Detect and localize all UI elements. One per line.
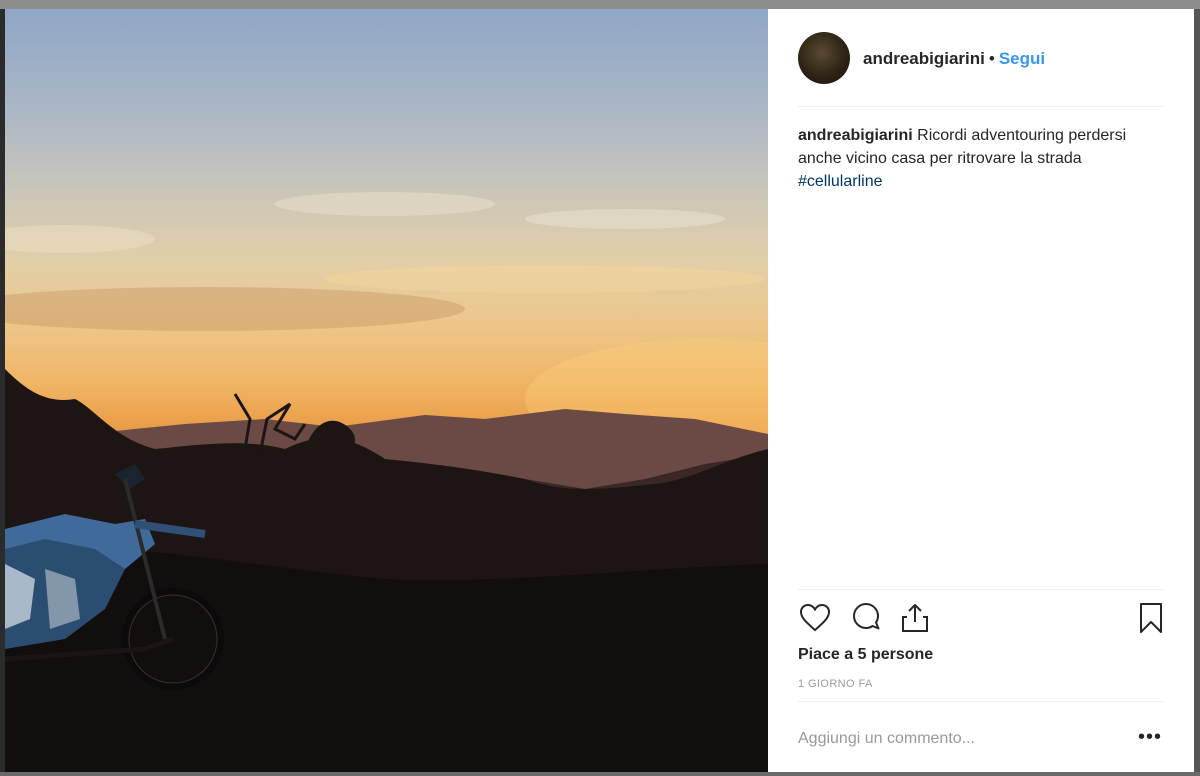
post-header: andreabigiarini • Segui bbox=[768, 9, 1194, 106]
header-separator: • bbox=[988, 49, 995, 68]
actions-divider bbox=[798, 589, 1164, 590]
likes-count[interactable]: Piace a 5 persone bbox=[798, 646, 933, 664]
comment-button[interactable] bbox=[849, 601, 883, 635]
page-right-edge bbox=[1194, 9, 1200, 772]
caption-username[interactable]: andreabigiarini bbox=[798, 127, 913, 144]
page-bottom-strip bbox=[0, 772, 1200, 776]
follow-button[interactable]: Segui bbox=[999, 49, 1045, 68]
save-button[interactable] bbox=[1134, 601, 1168, 635]
post-actions bbox=[798, 601, 1164, 637]
like-button[interactable] bbox=[798, 601, 832, 635]
more-options-button[interactable]: ••• bbox=[1138, 727, 1162, 747]
comment-bubble-icon bbox=[853, 603, 880, 630]
heart-icon bbox=[799, 603, 831, 632]
comment-divider bbox=[798, 701, 1164, 702]
post-caption: andreabigiarini Ricordi adventouring per… bbox=[798, 124, 1164, 193]
post-side-panel: andreabigiarini • Segui andreabigiarini Ri… bbox=[768, 9, 1194, 772]
post-timestamp: 1 GIORNO FA bbox=[798, 678, 873, 690]
sunset-landscape-image bbox=[5, 192, 768, 772]
bookmark-icon bbox=[1140, 603, 1162, 633]
browser-top-strip bbox=[0, 0, 1200, 9]
header-text: andreabigiarini • Segui bbox=[863, 49, 1045, 69]
share-button[interactable] bbox=[898, 601, 932, 635]
header-divider bbox=[798, 106, 1164, 107]
post-modal: andreabigiarini • Segui andreabigiarini Ri… bbox=[5, 9, 1194, 772]
header-username[interactable]: andreabigiarini bbox=[863, 49, 985, 68]
comment-box: ••• bbox=[798, 721, 1164, 757]
post-photo[interactable] bbox=[5, 9, 768, 772]
comment-input[interactable] bbox=[798, 721, 1118, 757]
caption-hashtag[interactable]: #cellularline bbox=[798, 173, 883, 190]
avatar[interactable] bbox=[798, 32, 850, 84]
share-icon bbox=[902, 604, 928, 632]
